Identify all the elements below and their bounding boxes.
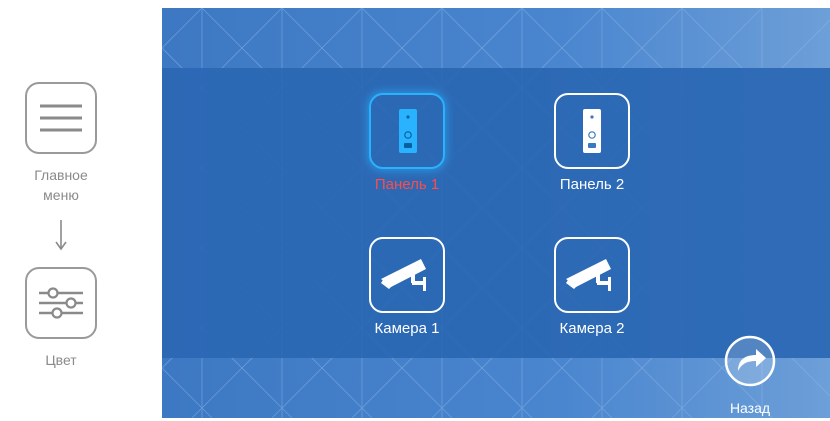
panel-2-label: Панель 2 [559, 176, 625, 193]
sliders-icon [25, 267, 97, 339]
door-panel-icon [583, 109, 601, 153]
back-label: Назад [729, 400, 771, 416]
camera-2-label: Камера 2 [559, 320, 625, 337]
panel-1-label: Панель 1 [374, 176, 440, 193]
camera-1-button[interactable] [369, 237, 445, 313]
camera-1-label: Камера 1 [374, 320, 440, 337]
door-panel-icon [399, 109, 417, 153]
cctv-camera-icon [381, 259, 426, 291]
back-button[interactable] [724, 335, 776, 387]
color-label: Цвет [45, 352, 77, 368]
hamburger-menu-icon [25, 82, 97, 154]
help-column: Главное меню Цвет [0, 0, 150, 421]
panel-2-button[interactable] [554, 93, 630, 169]
main-menu-label-line2: меню [43, 187, 79, 203]
panel-1-button[interactable] [369, 93, 445, 169]
camera-2-button[interactable] [554, 237, 630, 313]
main-menu-label-line1: Главное [34, 167, 88, 183]
cctv-camera-icon [566, 259, 611, 291]
intercom-screen: Панель 1 Панель 2 Камера 1 Камера 2 Наза… [162, 8, 830, 418]
down-arrow-icon [55, 220, 67, 251]
